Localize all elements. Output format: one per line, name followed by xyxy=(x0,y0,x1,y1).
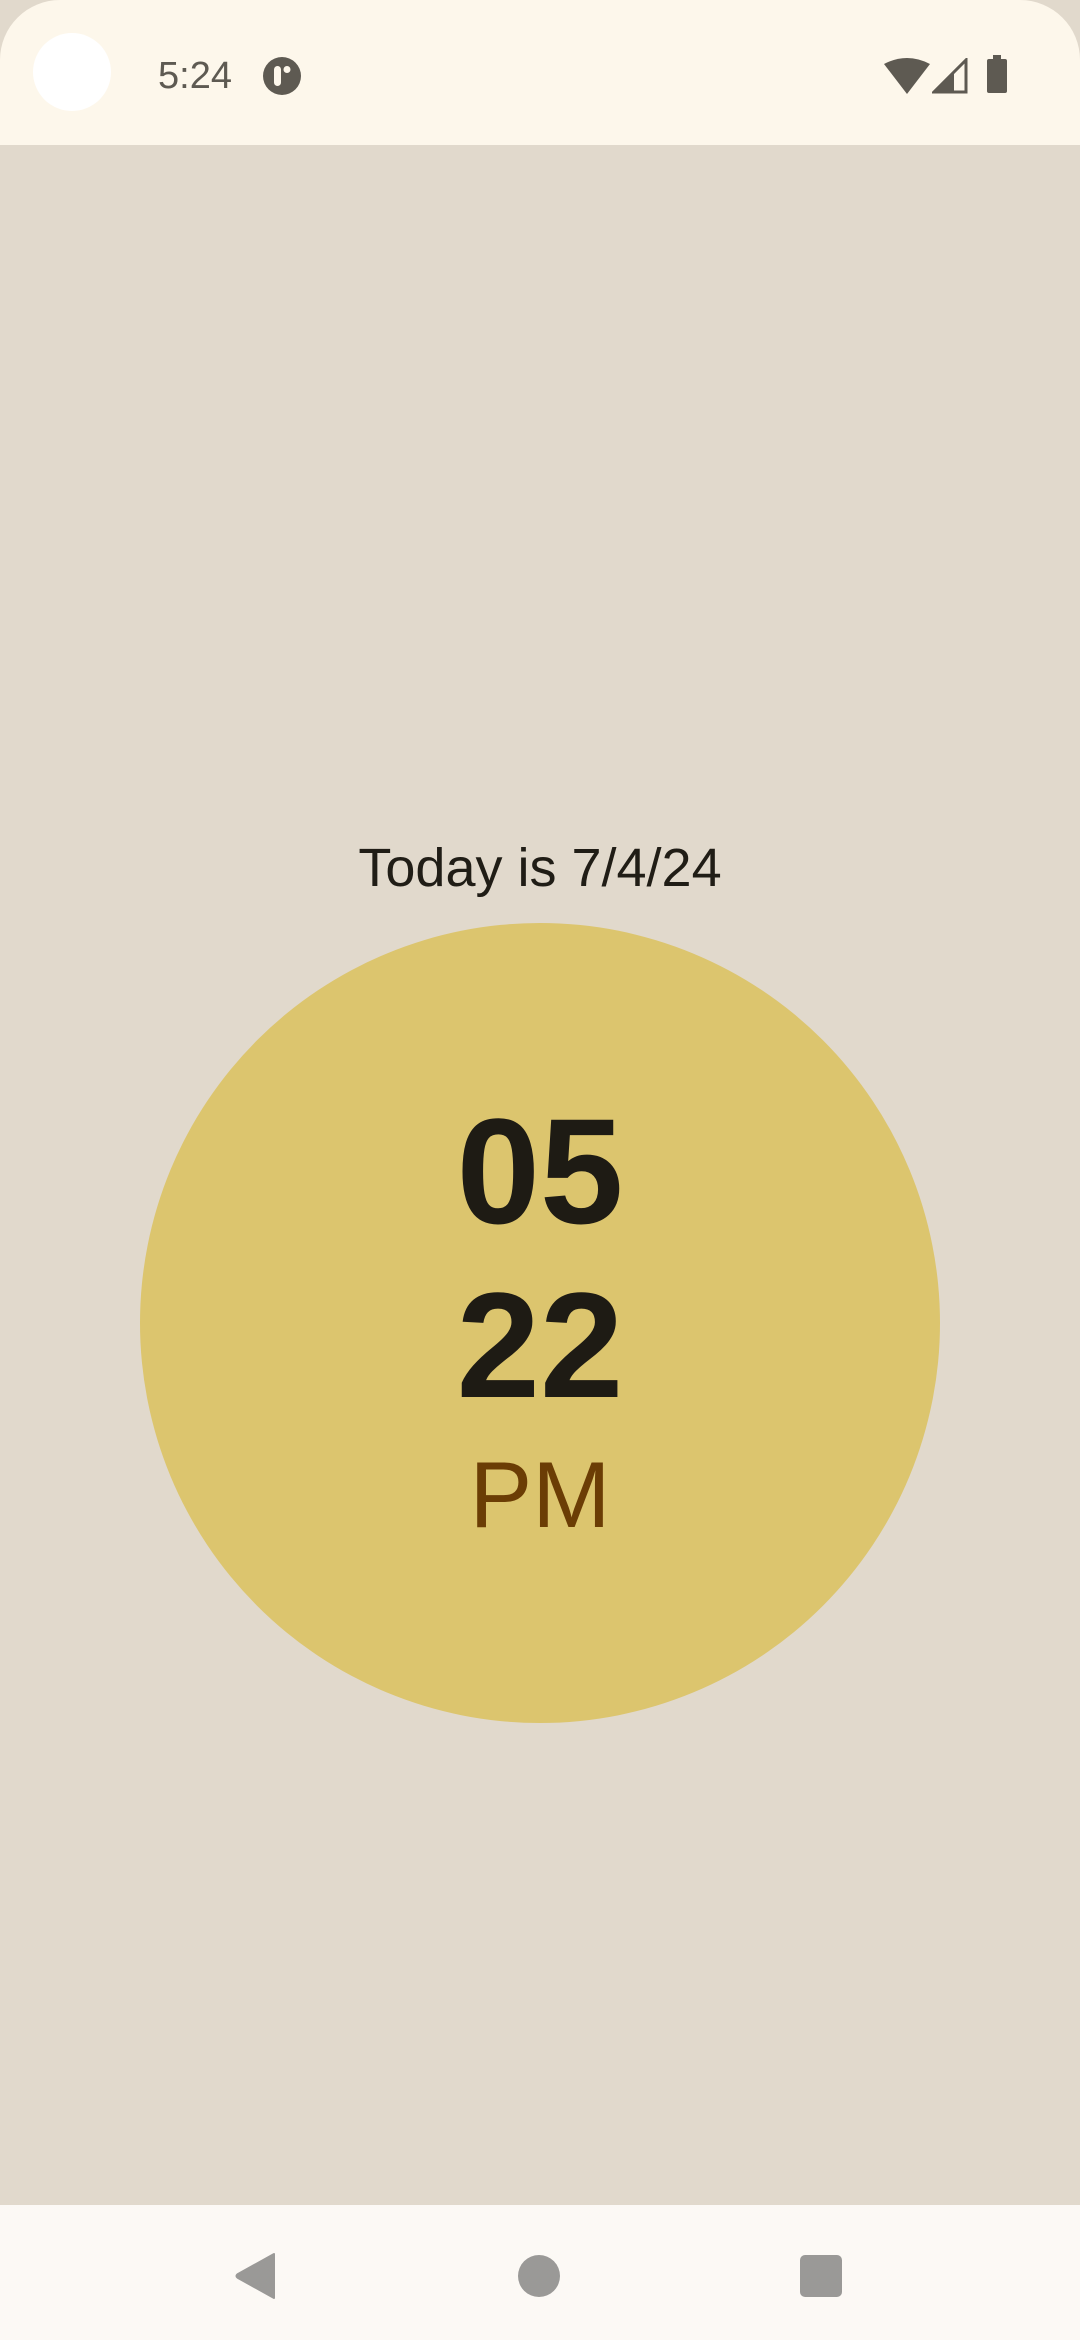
status-time: 5:24 xyxy=(158,55,232,97)
navigation-bar xyxy=(0,2205,1080,2340)
app-notification-icon xyxy=(263,57,301,95)
clock-hours: 05 xyxy=(456,1087,624,1255)
cellular-signal-icon xyxy=(932,58,968,94)
camera-cutout xyxy=(33,33,111,111)
status-bar: 5:24 xyxy=(0,0,1080,145)
clock-circle: 05 22 PM xyxy=(140,923,940,1723)
clock-minutes: 22 xyxy=(456,1261,624,1429)
wifi-icon xyxy=(884,58,930,94)
back-icon[interactable] xyxy=(234,2252,276,2300)
app-content: Today is 7/4/24 05 22 PM xyxy=(0,145,1080,2205)
battery-icon xyxy=(987,55,1007,93)
home-icon[interactable] xyxy=(518,2255,560,2297)
clock-ampm: PM xyxy=(469,1442,611,1547)
date-label: Today is 7/4/24 xyxy=(358,838,722,898)
recents-icon[interactable] xyxy=(800,2255,842,2297)
